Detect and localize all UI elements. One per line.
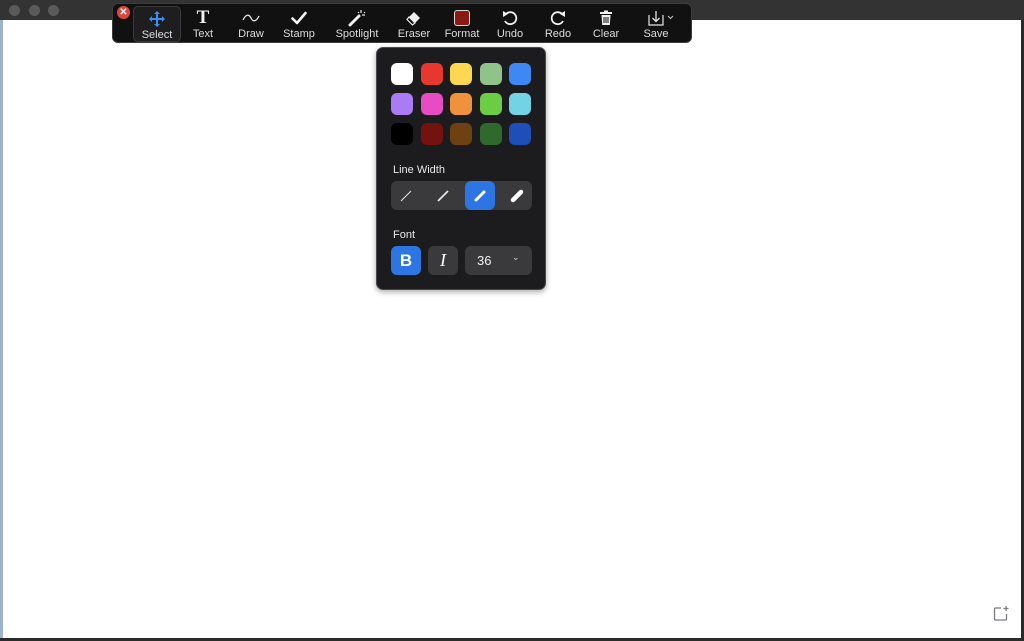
color-swatch[interactable] <box>479 93 502 115</box>
redo-icon <box>549 8 567 28</box>
font-label: Font <box>393 229 416 241</box>
tool-redo[interactable]: Redo <box>534 6 582 42</box>
tool-undo[interactable]: Undo <box>486 6 534 42</box>
line-width-label: Line Width <box>393 164 445 176</box>
chevron-down-icon: ⌄ <box>512 252 520 262</box>
line-width-1-button[interactable] <box>391 181 421 210</box>
color-swatch[interactable] <box>391 63 413 85</box>
tool-clear[interactable]: Clear <box>582 6 630 42</box>
line-width-selector <box>391 181 532 210</box>
tool-select[interactable]: Select <box>133 6 181 42</box>
text-T-icon: T <box>196 7 210 28</box>
trash-icon <box>599 8 613 28</box>
color-swatch[interactable] <box>479 63 502 85</box>
tool-label: Redo <box>544 28 572 40</box>
save-download-icon <box>647 8 675 28</box>
font-size-dropdown[interactable]: 36 ⌄ <box>465 246 532 275</box>
color-swatch[interactable] <box>420 123 443 145</box>
tool-label: Stamp <box>283 28 315 40</box>
tool-label: Clear <box>592 28 620 40</box>
tool-text[interactable]: T Text <box>179 6 227 42</box>
tool-spotlight[interactable]: Spotlight <box>329 6 385 42</box>
tool-save[interactable]: Save <box>633 6 689 42</box>
italic-icon: I <box>440 250 446 270</box>
move-arrows-icon <box>149 9 165 29</box>
thin-line-icon <box>400 190 412 201</box>
checkmark-icon <box>291 8 307 28</box>
color-swatch[interactable] <box>391 123 413 145</box>
window-close-button[interactable] <box>9 5 20 16</box>
color-swatch[interactable] <box>420 63 443 85</box>
color-swatch[interactable] <box>420 93 443 115</box>
tool-label: Spotlight <box>335 28 379 40</box>
tool-label: Text <box>192 28 214 40</box>
color-swatch[interactable] <box>450 123 472 145</box>
annotation-toolbar: ✕ Select T Text Draw Stamp Spotlight Era… <box>112 3 692 43</box>
tool-stamp[interactable]: Stamp <box>275 6 323 42</box>
font-size-value: 36 <box>477 253 492 268</box>
medium-line-icon <box>437 189 449 202</box>
format-panel: Line Width Font B I 36 ⌄ <box>376 47 546 290</box>
tool-label: Save <box>643 28 669 40</box>
color-swatch[interactable] <box>450 63 472 85</box>
color-swatch[interactable] <box>509 123 531 145</box>
bold-icon: B <box>399 250 413 270</box>
tool-label: Select <box>141 29 173 41</box>
tool-label: Eraser <box>397 28 431 40</box>
new-share-icon[interactable] <box>992 605 1010 628</box>
line-width-2-button[interactable] <box>428 181 458 210</box>
line-width-3-button[interactable] <box>465 181 495 210</box>
close-icon: ✕ <box>119 6 128 18</box>
window-minimize-button[interactable] <box>29 5 40 16</box>
color-square-icon <box>454 8 470 28</box>
eraser-icon <box>406 8 422 28</box>
thick-line-icon <box>474 190 486 201</box>
window-zoom-button[interactable] <box>48 5 59 16</box>
magic-wand-icon <box>348 8 366 28</box>
color-swatch[interactable] <box>391 93 413 115</box>
tool-draw[interactable]: Draw <box>227 6 275 42</box>
color-swatch[interactable] <box>509 93 531 115</box>
color-swatch[interactable] <box>509 63 531 85</box>
undo-icon <box>501 8 519 28</box>
tool-label: Draw <box>238 28 264 40</box>
line-width-4-button[interactable] <box>502 181 532 210</box>
color-swatch[interactable] <box>450 93 472 115</box>
squiggle-icon <box>242 8 260 28</box>
tool-label: Undo <box>496 28 524 40</box>
color-swatch[interactable] <box>479 123 502 145</box>
thickest-line-icon <box>510 189 524 202</box>
bold-toggle-button[interactable]: B <box>391 246 421 275</box>
italic-toggle-button[interactable]: I <box>428 246 458 275</box>
tool-label: Format <box>444 28 480 40</box>
tool-eraser[interactable]: Eraser <box>390 6 438 42</box>
close-toolbar-button[interactable]: ✕ <box>117 6 130 19</box>
tool-format[interactable]: Format <box>438 6 486 42</box>
